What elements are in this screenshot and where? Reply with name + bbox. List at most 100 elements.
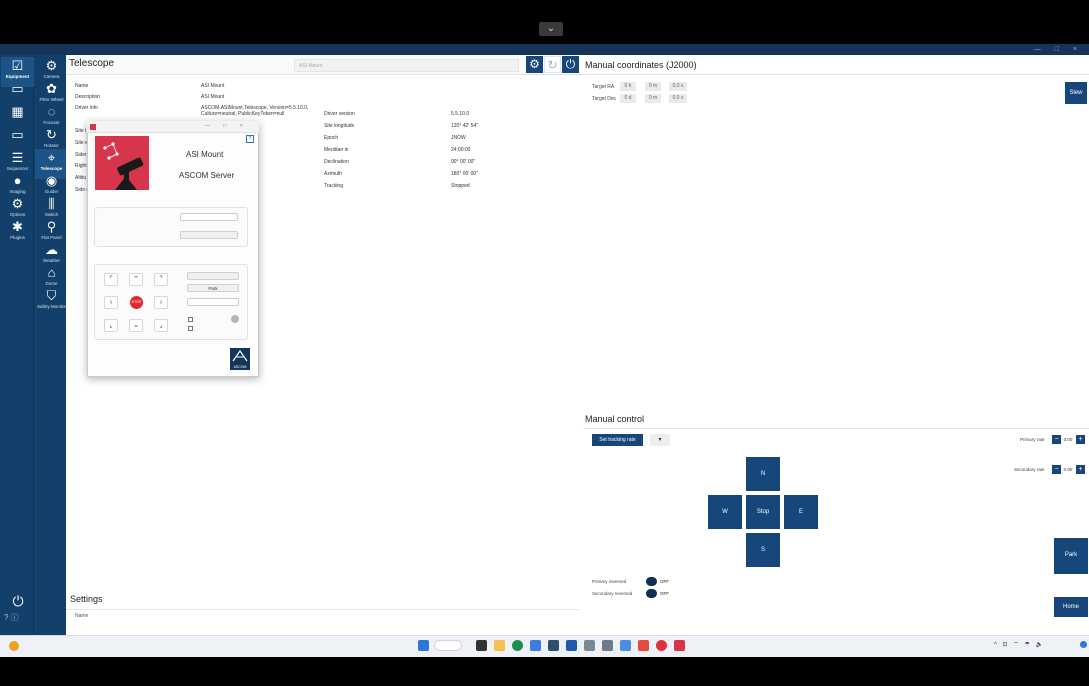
info-value: 24:00:00 <box>451 147 471 153</box>
camera-icon: ⚙ <box>45 58 58 73</box>
sidebar-subitem-safety-monitor[interactable]: ⛉ Safety Monitor <box>35 287 68 317</box>
move-east-button[interactable]: E <box>784 495 818 529</box>
tracking-rate-dropdown[interactable]: ▾ <box>650 434 670 446</box>
info-label: Description <box>75 94 101 100</box>
firmware-update-button[interactable] <box>180 231 238 239</box>
move-north-button[interactable]: ⌃ <box>129 273 143 286</box>
dec-seconds-input[interactable]: 0.0 s <box>669 94 687 103</box>
dec-minutes-input[interactable]: 0 m <box>645 94 661 103</box>
checkbox-1[interactable] <box>188 317 193 322</box>
primary-reversed-state: OFF <box>660 579 669 584</box>
wps-icon[interactable] <box>638 640 649 651</box>
help-icon[interactable]: ? <box>246 135 254 143</box>
info-label-partial: Right <box>75 163 87 170</box>
power-icon[interactable]: ⏻ <box>10 593 26 609</box>
secondary-rate-plus-button[interactable]: + <box>1076 465 1085 474</box>
skyatlas-icon: ▭ <box>11 81 24 96</box>
stop-button[interactable]: STOP <box>130 296 143 309</box>
system-tray[interactable]: ^ ⊡ ⌔ ☂ 🔈 <box>994 640 1045 648</box>
mode-select[interactable] <box>180 213 238 221</box>
close-icon[interactable]: × <box>240 123 249 129</box>
focuser-icon: ◌ <box>47 104 56 119</box>
slew-button[interactable]: Slew <box>1065 82 1087 104</box>
park-button[interactable]: Park <box>1054 538 1088 574</box>
settings-button[interactable]: ⚙ <box>526 56 543 73</box>
sidebar-item-label: Equipment <box>5 74 30 79</box>
sidebar-item-plugins[interactable]: ✱ Plugins <box>1 218 34 248</box>
help-icons[interactable]: ? ⓘ <box>4 613 44 623</box>
sidebar-item-label: Focuser <box>43 120 60 125</box>
dialog-window-controls[interactable]: — □ × <box>205 123 249 129</box>
move-south-button[interactable]: ⌄ <box>129 319 143 332</box>
sidebar-item-label: Weather <box>43 258 60 263</box>
sidebar-item-label: Camera <box>43 74 60 79</box>
info-value: 5.5.10.0 <box>451 111 470 117</box>
move-nw-button[interactable]: ⌜ <box>104 273 118 286</box>
move-se-button[interactable]: ⌟ <box>154 319 168 332</box>
secondary-rate-value[interactable]: 0.00 <box>1062 465 1074 474</box>
maximize-icon[interactable]: □ <box>1055 46 1065 53</box>
dec-degrees-input[interactable]: 0 d <box>620 94 636 103</box>
checkbox-2[interactable] <box>188 326 193 331</box>
maximize-icon[interactable]: □ <box>223 123 232 129</box>
action-button[interactable] <box>187 272 239 280</box>
move-south-button[interactable]: S <box>746 533 780 567</box>
manual-control-title: Manual control <box>585 414 645 424</box>
telescope-icon: ⌖ <box>47 150 56 165</box>
minimize-icon[interactable]: — <box>205 123 216 129</box>
device-select[interactable]: ASI Mount <box>294 59 519 72</box>
park-button[interactable]: Park <box>187 284 239 292</box>
asi-mount-taskbar-icon[interactable] <box>674 640 685 651</box>
minimize-icon[interactable]: — <box>1034 46 1047 53</box>
ascom-logo-text: ASCOM <box>233 365 247 369</box>
switch-icon: ⫼ <box>48 196 55 211</box>
secondary-reversed-toggle[interactable] <box>646 589 657 598</box>
primary-rate-plus-button[interactable]: + <box>1076 435 1085 444</box>
connect-button[interactable]: ⏻ <box>562 56 579 73</box>
move-west-button[interactable]: W <box>708 495 742 529</box>
set-tracking-rate-button[interactable]: Set tracking rate <box>592 434 643 446</box>
primary-rate-value[interactable]: 0.00 <box>1062 435 1074 444</box>
window-controls[interactable]: — □ × <box>1034 44 1083 55</box>
ra-minutes-input[interactable]: 0 m <box>645 82 661 91</box>
browser-icon[interactable] <box>512 640 523 651</box>
file-explorer-icon[interactable] <box>494 640 505 651</box>
close-icon[interactable]: × <box>1073 46 1083 53</box>
speed-select[interactable] <box>187 298 239 306</box>
app-icon-4[interactable] <box>602 640 613 651</box>
task-view-icon[interactable] <box>476 640 487 651</box>
notification-icon[interactable] <box>1080 641 1087 648</box>
app-icon-6[interactable] <box>656 640 667 651</box>
filterwheel-icon: ✿ <box>46 81 57 96</box>
move-sw-button[interactable]: ⌞ <box>104 319 118 332</box>
app-icon-3[interactable] <box>584 640 595 651</box>
info-label-partial: Site e <box>75 139 88 146</box>
status-indicator <box>231 315 239 323</box>
sidebar-item-label: Switch <box>44 212 59 217</box>
primary-rate-minus-button[interactable]: − <box>1052 435 1061 444</box>
weather-icon[interactable] <box>9 641 19 651</box>
move-east-button[interactable]: › <box>154 296 168 309</box>
info-label-partial: Altitu <box>75 175 87 182</box>
app-icon-5[interactable] <box>620 640 631 651</box>
nina-app-icon[interactable] <box>566 640 577 651</box>
secondary-rate-minus-button[interactable]: − <box>1052 465 1061 474</box>
primary-reversed-toggle[interactable] <box>646 577 657 586</box>
secondary-reversed-state: OFF <box>660 591 669 596</box>
app-icon <box>90 124 96 130</box>
app-icon-1[interactable] <box>530 640 541 651</box>
stop-button[interactable]: Stop <box>746 495 780 529</box>
move-north-button[interactable]: N <box>746 457 780 491</box>
info-label-partial: Site l <box>75 128 87 134</box>
refresh-button[interactable]: ↻ <box>544 56 561 73</box>
move-ne-button[interactable]: ⌝ <box>154 273 168 286</box>
primary-rate-label: Primary rate <box>1020 437 1045 442</box>
taskbar-search[interactable] <box>434 640 462 651</box>
ra-hours-input[interactable]: 0 h <box>620 82 636 91</box>
start-icon[interactable] <box>418 640 429 651</box>
chevron-down-icon[interactable]: ⌄ <box>539 22 563 36</box>
ra-seconds-input[interactable]: 0.0 s <box>669 82 687 91</box>
app-icon-2[interactable] <box>548 640 559 651</box>
move-west-button[interactable]: ‹ <box>104 296 118 309</box>
home-button[interactable]: Home <box>1054 597 1088 617</box>
